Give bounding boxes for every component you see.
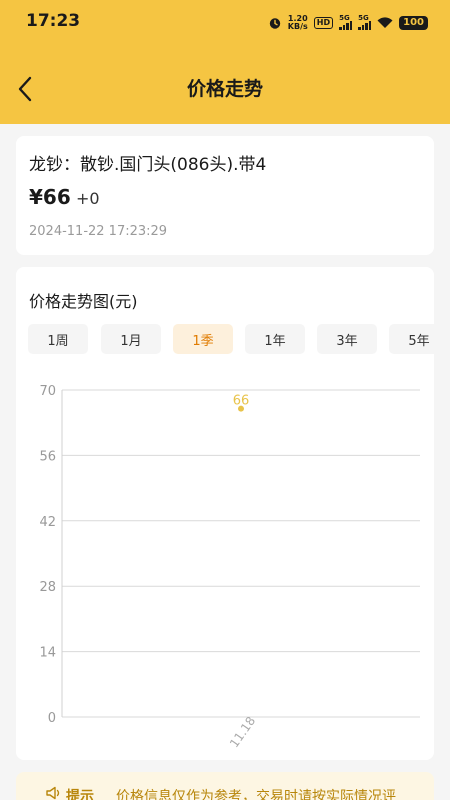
signal-label-1: 5G	[339, 14, 350, 22]
status-icons: 1.20 KB/s HD 5G 5G 100	[268, 12, 428, 34]
tab-1-quarter[interactable]: 1季	[173, 324, 233, 354]
net-speed: 1.20 KB/s	[288, 15, 308, 31]
tab-1-month[interactable]: 1月	[101, 324, 161, 354]
y-tick-label: 70	[39, 384, 56, 399]
notice-label: 提示	[66, 789, 94, 800]
status-time: 17:23	[26, 11, 81, 31]
tab-1-year[interactable]: 1年	[245, 324, 305, 354]
chart-title: 价格走势图(元)	[29, 292, 138, 311]
price-chart-card: 价格走势图(元) 1周 1月 1季 1年 3年 5年 0 14 28 42 56 70 11…	[16, 267, 434, 760]
x-tick-label: 11.18	[227, 714, 258, 750]
app-header: 17:23 1.20 KB/s HD 5G 5G 100 价格走势	[0, 0, 450, 124]
notice-banner: 提示 价格信息仅作为参考，交易时请按实际情况评	[16, 772, 434, 800]
speaker-icon	[46, 786, 60, 800]
net-speed-unit: KB/s	[287, 22, 308, 31]
tab-5-years[interactable]: 5年	[389, 324, 434, 354]
battery-indicator: 100	[399, 16, 428, 30]
y-tick-label: 28	[39, 580, 56, 595]
alarm-icon	[269, 18, 280, 29]
current-price: ¥66	[29, 185, 71, 209]
notice-text: 价格信息仅作为参考，交易时请按实际情况评	[116, 789, 396, 800]
data-label: 66	[233, 394, 250, 409]
period-tabs: 1周 1月 1季 1年 3年 5年	[28, 324, 434, 354]
y-tick-label: 14	[39, 646, 56, 661]
signal-icon-2: 5G	[358, 14, 372, 30]
hd-badge: HD	[313, 17, 334, 29]
price-timestamp: 2024-11-22 17:23:29	[29, 224, 168, 239]
wifi-icon	[377, 17, 393, 28]
tab-1-week[interactable]: 1周	[28, 324, 88, 354]
price-chart: 0 14 28 42 56 70 11.18 66	[39, 384, 420, 750]
signal-icon-1: 5G	[339, 14, 353, 30]
y-tick-label: 0	[48, 711, 56, 726]
product-info-card: 龙钞：散钞.国门头(086头).带4 ¥66 +0 2024-11-22 17:…	[16, 136, 434, 255]
tab-3-years[interactable]: 3年	[317, 324, 377, 354]
price-change: +0	[76, 189, 100, 208]
y-tick-label: 56	[39, 449, 56, 464]
page-title: 价格走势	[186, 78, 263, 100]
status-bar: 17:23 1.20 KB/s HD 5G 5G 100	[0, 0, 450, 46]
product-name: 龙钞：散钞.国门头(086头).带4	[29, 155, 267, 175]
y-tick-label: 42	[39, 515, 56, 530]
signal-label-2: 5G	[358, 14, 369, 22]
